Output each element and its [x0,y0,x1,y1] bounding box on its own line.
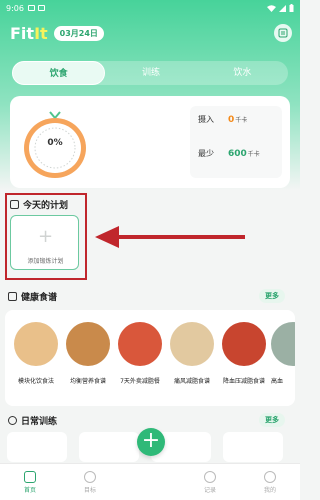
training-section-title: 日常训练 [8,414,57,427]
plus-icon: + [37,226,54,247]
training-icon [8,416,17,425]
recipes-list: 模块化饮食法 均衡营养食谱 7天外卖减脂餐 痛风减脂食谱 降血压减脂食谱 高血 [5,310,295,406]
nav-target[interactable]: 目标 [60,464,120,500]
recipe-image [66,322,110,366]
tab-training[interactable]: 训练 [105,61,196,85]
recipes-section-title: 健康食谱 [8,290,57,303]
list-icon [278,28,288,38]
recipe-item[interactable]: 降血压减脂食谱 [219,322,269,385]
clock-icon [204,470,216,483]
tomato-progress: 0% [22,106,88,180]
status-bar: 9:06 [0,0,300,16]
recipe-image [170,322,214,366]
training-card[interactable] [223,432,283,462]
pointer-arrow-icon [95,226,245,248]
calorie-summary-card[interactable]: 0% 摄入 0 千卡 最少 600 千卡 [10,96,290,188]
status-time: 9:06 [6,3,24,13]
progress-percent: 0% [47,138,63,148]
intake-unit: 千卡 [235,117,248,124]
minimum-value: 600 [228,149,247,159]
plan-icon [10,200,19,209]
recipe-image [118,322,162,366]
signal-icon [279,4,286,12]
calorie-stats: 摄入 0 千卡 最少 600 千卡 [190,106,282,178]
training-card[interactable] [7,432,67,462]
list-menu-button[interactable] [274,24,292,42]
add-record-button[interactable]: + [137,428,165,456]
intake-label: 摄入 [198,115,214,124]
recipe-book-icon [8,292,17,301]
home-icon [24,470,36,483]
minimum-label: 最少 [198,149,214,158]
add-plan-button[interactable]: + 添加锻炼计划 [10,215,79,270]
recipe-item[interactable]: 均衡营养食谱 [63,322,113,385]
training-card[interactable] [79,432,139,462]
plan-section-title: 今天的计划 [10,198,68,211]
notification-icon [27,5,35,11]
nav-record[interactable]: 记录 [180,464,240,500]
recipe-item[interactable]: 模块化饮食法 [11,322,61,385]
recipes-more-button[interactable]: 更多 [259,289,285,303]
app-header: FitIt 03月24日 [10,22,292,44]
wifi-icon [267,4,276,12]
bottom-navigation: 首页 目标 记录 我的 [0,463,300,500]
recipe-item[interactable]: 高血 [271,322,295,385]
target-icon [84,470,96,483]
date-selector[interactable]: 03月24日 [53,25,104,41]
user-icon [264,470,276,483]
nav-add-placeholder [120,464,180,500]
add-icon: + [141,428,161,453]
tab-water[interactable]: 饮水 [197,61,288,85]
recipe-item[interactable]: 痛风减脂食谱 [167,322,217,385]
app-logo: FitIt [10,23,48,43]
nav-home[interactable]: 首页 [0,464,60,500]
category-tabs: 饮食 训练 饮水 [12,61,288,85]
nav-profile[interactable]: 我的 [240,464,300,500]
app-icon [37,5,45,11]
tab-diet[interactable]: 饮食 [12,61,106,85]
battery-icon [289,4,294,12]
minimum-unit: 千卡 [247,151,260,158]
intake-value: 0 [228,115,235,125]
recipe-item[interactable]: 7天外卖减脂餐 [115,322,165,385]
recipe-image [222,322,266,366]
training-more-button[interactable]: 更多 [259,413,285,427]
recipe-image [271,322,295,366]
add-plan-label: 添加锻炼计划 [27,258,64,265]
recipe-image [14,322,58,366]
